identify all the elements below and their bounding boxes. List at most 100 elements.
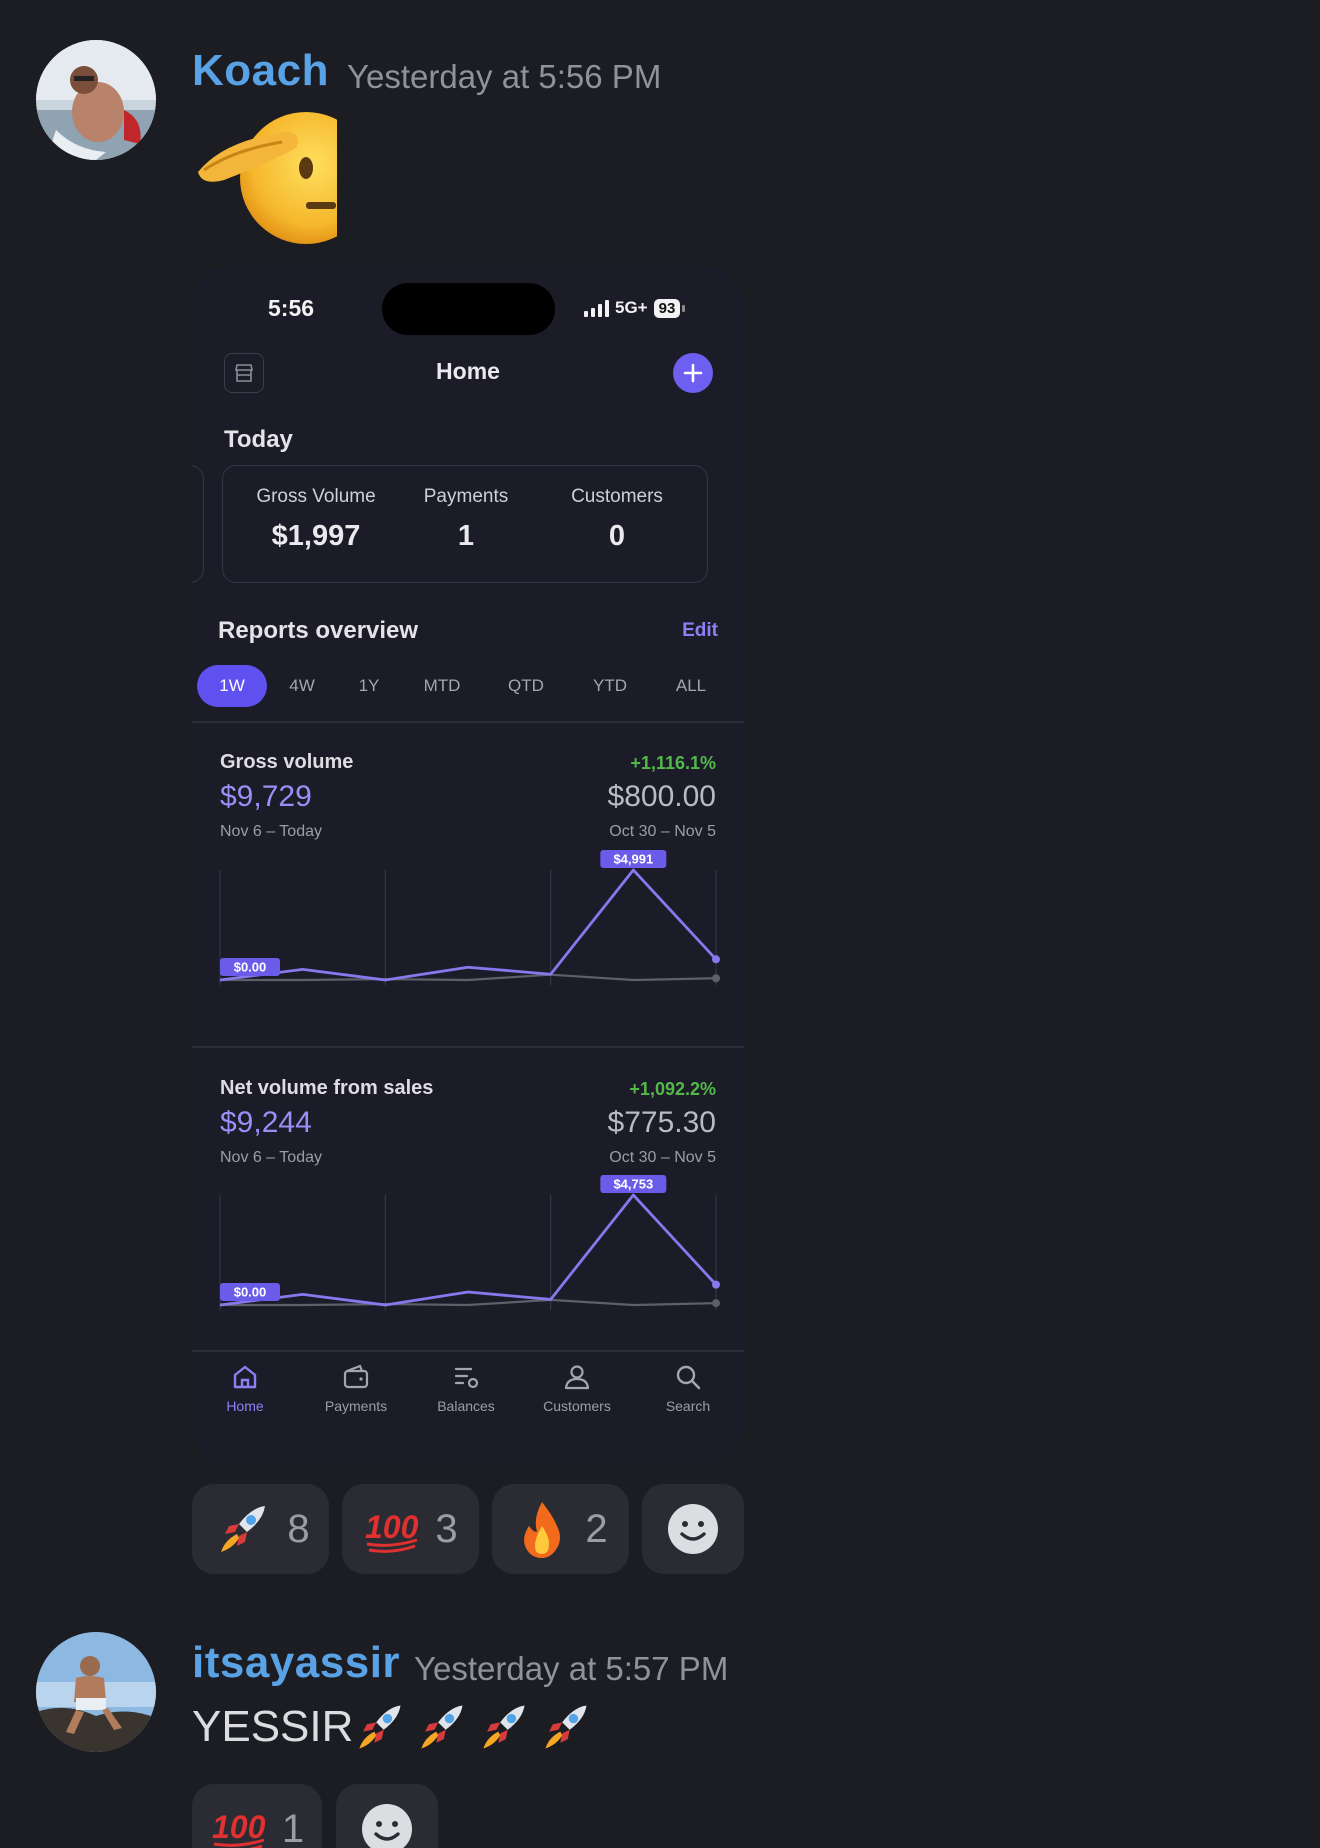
max-label: $4,753 xyxy=(613,1177,653,1192)
metric-label: Gross Volume xyxy=(256,486,376,507)
status-indicators: 5G+ 93 xyxy=(584,298,686,318)
range-tab-all[interactable]: ALL xyxy=(665,665,717,707)
chart-change: +1,116.1% xyxy=(630,753,716,773)
chart-previous-range: Oct 30 – Nov 5 xyxy=(609,823,716,840)
message-timestamp: Yesterday at 5:57 PM xyxy=(414,1650,729,1687)
net-volume-chart[interactable]: $4,753 $0.00 xyxy=(192,1175,744,1325)
balances-icon xyxy=(454,1367,479,1389)
divider xyxy=(192,1046,744,1048)
page-title: Home xyxy=(436,358,500,384)
status-bar: 5:56 5G+ 93 xyxy=(192,265,744,345)
tab-balances[interactable]: Balances xyxy=(416,1362,516,1414)
previous-card-edge[interactable] xyxy=(192,465,204,583)
range-tabs: 1W 4W 1Y MTD QTD YTD ALL xyxy=(192,665,744,707)
divider xyxy=(192,721,744,723)
reaction-rocket[interactable]: 8 xyxy=(192,1484,329,1574)
smiley-icon xyxy=(362,1804,412,1848)
wallet-icon xyxy=(343,1364,369,1389)
range-tab-qtd[interactable]: QTD xyxy=(496,665,556,707)
svg-text:100: 100 xyxy=(365,1509,419,1545)
series-line xyxy=(219,1193,718,1307)
rocket-icon xyxy=(421,1705,463,1749)
reports-overview-heading: Reports overview xyxy=(218,617,419,644)
status-clock: 5:56 xyxy=(268,295,315,321)
range-tab-mtd[interactable]: MTD xyxy=(412,665,472,707)
metric-label: Payments xyxy=(423,486,509,507)
dynamic-island xyxy=(382,283,555,335)
svg-text:100: 100 xyxy=(212,1809,266,1845)
tab-customers[interactable]: Customers xyxy=(527,1362,627,1414)
add-reaction-button[interactable] xyxy=(642,1484,744,1574)
series-end-point xyxy=(712,1299,720,1308)
chart-range: Nov 6 – Today xyxy=(220,1149,322,1166)
rocket-emoji-row xyxy=(350,1698,594,1756)
series-end-point xyxy=(712,1280,720,1289)
chart-previous-value: $775.30 xyxy=(607,1106,716,1139)
signal-icon xyxy=(584,299,609,317)
smiley-icon xyxy=(668,1504,718,1554)
tab-label: Balances xyxy=(437,1398,495,1414)
battery-icon: 93 xyxy=(653,298,681,318)
chart-value: $9,244 xyxy=(220,1106,312,1139)
avatar-itsayassir[interactable] xyxy=(36,1632,156,1752)
rocket-icon xyxy=(221,1506,266,1552)
reaction-hundred[interactable]: 100 3 xyxy=(342,1484,479,1574)
chart-value: $9,729 xyxy=(220,780,312,813)
chart-range: Nov 6 – Today xyxy=(220,823,322,840)
chart-title: Gross volume xyxy=(220,751,354,773)
message-timestamp: Yesterday at 5:56 PM xyxy=(347,58,662,95)
min-label: $0.00 xyxy=(234,1285,267,1300)
message-text: YESSIR xyxy=(192,1702,354,1751)
series-line xyxy=(219,868,718,982)
reaction-count: 8 xyxy=(287,1506,310,1551)
today-summary-card[interactable]: Gross Volume $1,997 Payments 1 Customers… xyxy=(222,465,708,583)
fire-icon xyxy=(524,1502,561,1558)
reaction-count: 1 xyxy=(281,1806,305,1848)
avatar-koach[interactable] xyxy=(36,40,156,160)
chart-previous-value: $800.00 xyxy=(607,780,716,813)
gross-volume-chart[interactable]: $4,991 $0.00 xyxy=(192,850,744,1000)
reaction-count: 3 xyxy=(435,1506,458,1551)
chart-title: Net volume from sales xyxy=(220,1077,434,1099)
username-itsayassir[interactable]: itsayassir xyxy=(192,1638,400,1688)
metric-value: 1 xyxy=(457,520,475,552)
metric-value: $1,997 xyxy=(271,520,361,552)
metric-label: Customers xyxy=(571,486,663,507)
series-line xyxy=(220,973,717,982)
network-label: 5G+ xyxy=(615,298,648,317)
tab-search[interactable]: Search xyxy=(638,1362,738,1414)
series-end-point xyxy=(712,974,720,983)
battery-tip xyxy=(682,304,686,312)
tab-home[interactable]: Home xyxy=(195,1362,295,1414)
rocket-icon xyxy=(359,1705,401,1749)
hundred-points-icon: 100 xyxy=(365,1509,419,1553)
tab-label: Search xyxy=(665,1398,711,1414)
chart-previous-range: Oct 30 – Nov 5 xyxy=(609,1149,716,1166)
series-end-point xyxy=(712,955,720,964)
metric-value: 0 xyxy=(608,520,626,552)
add-reaction-button[interactable] xyxy=(336,1784,438,1848)
range-tab-4w[interactable]: 4W xyxy=(272,665,332,707)
saluting-face-emoji xyxy=(194,110,372,246)
tab-payments[interactable]: Payments xyxy=(306,1362,406,1414)
reaction-hundred[interactable]: 100 1 xyxy=(192,1784,322,1848)
person-icon xyxy=(564,1365,590,1390)
min-label: $0.00 xyxy=(234,960,267,975)
phone-screenshot[interactable]: 5:56 5G+ 93 Home Today Gross Volume $1,9… xyxy=(192,265,744,1465)
max-label: $4,991 xyxy=(613,852,653,867)
reaction-fire[interactable]: 2 xyxy=(492,1484,629,1574)
today-heading: Today xyxy=(224,426,293,453)
edit-link[interactable]: Edit xyxy=(682,620,718,642)
range-tab-1y[interactable]: 1Y xyxy=(344,665,394,707)
hundred-points-icon: 100 xyxy=(212,1809,266,1848)
range-tab-1w[interactable]: 1W xyxy=(197,665,267,707)
username-koach[interactable]: Koach xyxy=(192,46,329,96)
series-line xyxy=(220,1298,717,1307)
range-tab-ytd[interactable]: YTD xyxy=(580,665,640,707)
metric-payments: Payments 1 xyxy=(391,486,541,553)
chart-change: +1,092.2% xyxy=(629,1079,716,1099)
bottom-tab-bar: Home Payments Balances Customers Search xyxy=(192,1350,744,1430)
add-button[interactable] xyxy=(673,353,713,393)
metric-gross-volume: Gross Volume $1,997 xyxy=(241,486,391,553)
rocket-icon xyxy=(545,1705,587,1749)
